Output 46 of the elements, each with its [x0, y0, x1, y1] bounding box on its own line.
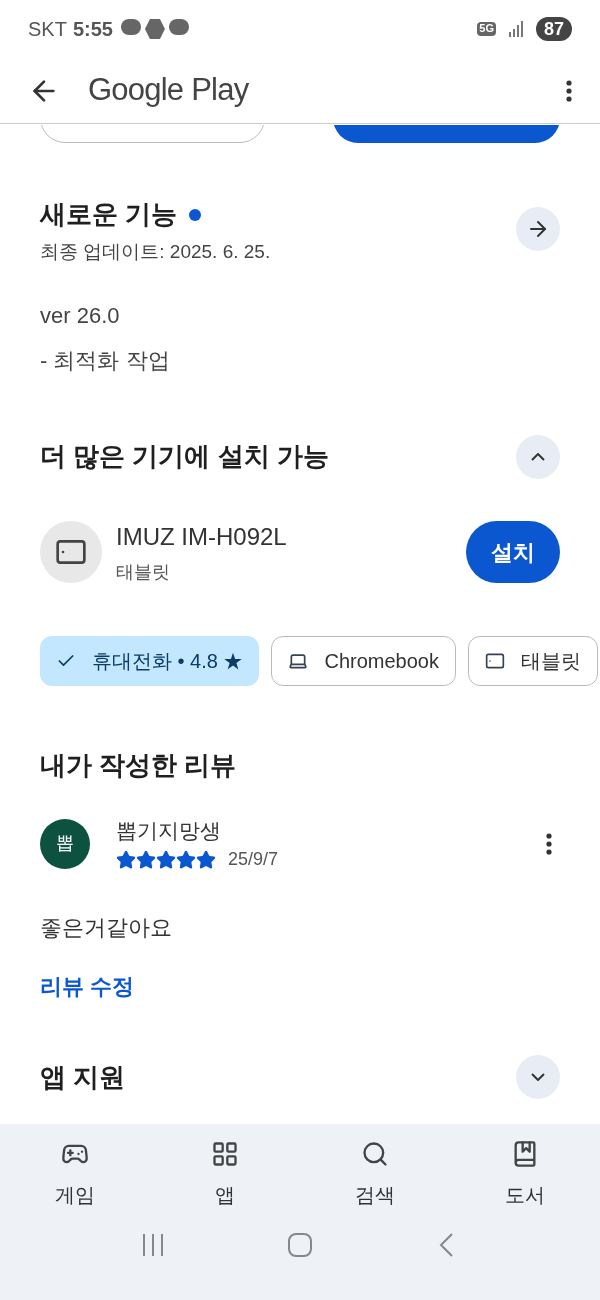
more-icon — [546, 832, 552, 855]
section-title: 더 많은 기기에 설치 가능 — [40, 440, 329, 473]
review-date: 25/9/7 — [228, 848, 279, 871]
device-name: IMUZ IM-H092L — [116, 521, 287, 552]
section-title: 앱 지원 — [40, 1060, 126, 1094]
section-title: 내가 작성한 리뷰 — [39, 748, 238, 782]
nav-tab[interactable]: 게임 — [0, 1140, 150, 1210]
install-button[interactable]: 설치 — [466, 521, 560, 583]
carrier: SKT — [28, 17, 67, 42]
notification-icon — [144, 19, 165, 39]
more-icon — [566, 79, 572, 102]
star-icon — [136, 849, 156, 870]
notification-icon — [168, 19, 189, 35]
search-icon — [361, 1140, 389, 1168]
signal-icon — [507, 21, 524, 37]
star-icon — [176, 849, 196, 870]
star-icon — [196, 849, 216, 870]
star-icon — [116, 849, 136, 870]
nav-tab[interactable]: 앱 — [150, 1140, 300, 1210]
app-title: Google Play — [88, 71, 249, 110]
chevron-up-icon — [531, 452, 545, 461]
more-options-button[interactable] — [546, 832, 552, 855]
notification-icon — [120, 19, 141, 35]
review-text: 좋은거같아요 — [39, 914, 173, 942]
device-type: 태블릿 — [116, 560, 171, 584]
device-filter-chip[interactable]: Chromebook — [271, 635, 456, 686]
release-note: - 최적화 작업 — [40, 346, 171, 375]
device-filter-chip[interactable]: 태블릿 — [468, 635, 598, 686]
home-button[interactable] — [287, 1232, 313, 1258]
more-options-button[interactable] — [566, 79, 572, 102]
network-badge: 5G — [477, 22, 496, 36]
section-title: 새로운 기능 — [40, 198, 178, 231]
device-filter-chip[interactable]: 휴대전화 • 4.8 ★ — [40, 635, 260, 686]
nav-tab[interactable]: 도서 — [450, 1140, 600, 1210]
nav-tab[interactable]: 검색 — [300, 1140, 450, 1210]
battery-badge: 87 — [535, 17, 572, 41]
avatar: 뽑 — [40, 818, 90, 869]
release-note: ver 26.0 — [40, 301, 121, 330]
clock: 5:55 — [72, 17, 113, 42]
update-date: 최종 업데이트: 2025. 6. 25. — [40, 240, 271, 264]
reviewer-name: 뽑기지망생 — [116, 817, 222, 844]
chevron-down-icon — [531, 1073, 545, 1081]
star-icon — [156, 849, 176, 870]
grid-icon — [211, 1140, 239, 1168]
edit-review-link[interactable]: 리뷰 수정 — [40, 974, 135, 999]
open-button[interactable] — [516, 207, 560, 251]
